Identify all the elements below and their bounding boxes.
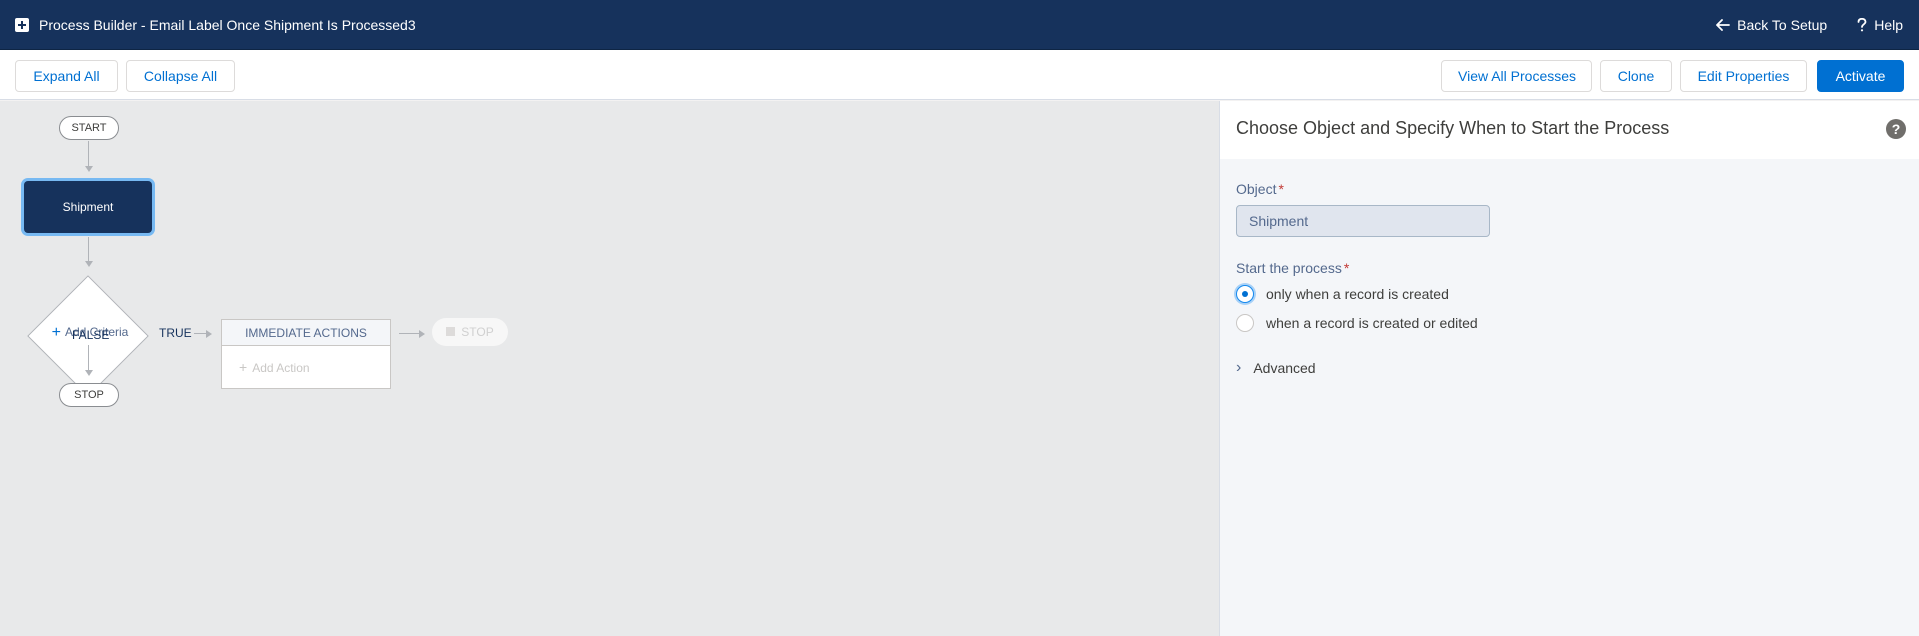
help-icon[interactable]: ? (1886, 119, 1906, 139)
radio-option-label: when a record is created or edited (1266, 315, 1478, 331)
clone-button[interactable]: Clone (1600, 60, 1672, 92)
stop-square-icon (446, 327, 456, 336)
object-node[interactable]: Shipment (24, 181, 152, 233)
stop-faded-label: STOP (461, 325, 494, 339)
radio-option-created[interactable]: only when a record is created (1236, 285, 1449, 303)
header-actions: Back To Setup Help (1716, 0, 1903, 50)
app-header: Process Builder - Email Label Once Shipm… (0, 0, 1919, 50)
panel-title: Choose Object and Specify When to Start … (1236, 118, 1670, 138)
radio-button-selected[interactable] (1236, 285, 1254, 303)
view-all-processes-button[interactable]: View All Processes (1441, 60, 1592, 92)
start-process-label: Start the process * (1236, 260, 1349, 276)
plus-icon: + (51, 324, 61, 341)
start-label-text: Start the process (1236, 260, 1342, 276)
radio-option-label: only when a record is created (1266, 286, 1449, 302)
process-builder-icon (15, 17, 29, 32)
activate-button[interactable]: Activate (1817, 60, 1904, 92)
expand-all-button[interactable]: Expand All (15, 60, 118, 92)
process-canvas: START Shipment + Add Criteria TRUE IMMEDI… (0, 101, 1219, 636)
add-action-link[interactable]: + Add Action (222, 346, 390, 389)
collapse-all-button[interactable]: Collapse All (126, 60, 235, 92)
immediate-actions-box: IMMEDIATE ACTIONS + Add Action (221, 319, 391, 389)
connector-arrow (85, 166, 93, 172)
connector-line (88, 141, 89, 166)
connector-line (399, 333, 420, 334)
connector-line (88, 237, 89, 262)
object-field-label: Object * (1236, 181, 1284, 197)
radio-option-created-or-edited[interactable]: when a record is created or edited (1236, 314, 1478, 332)
start-node: START (59, 116, 119, 140)
required-marker: * (1343, 260, 1350, 276)
back-to-setup-link[interactable]: Back To Setup (1716, 17, 1827, 33)
properties-panel: Choose Object and Specify When to Start … (1219, 101, 1919, 636)
plus-icon: + (239, 359, 248, 375)
object-label-text: Object (1236, 181, 1277, 197)
connector-arrow (419, 330, 425, 338)
advanced-section-toggle[interactable]: › Advanced (1236, 359, 1316, 377)
connector-line (88, 345, 89, 371)
add-action-label: Add Action (252, 361, 310, 375)
true-branch-label: TRUE (159, 326, 192, 340)
advanced-label: Advanced (1253, 360, 1316, 376)
page-title: Process Builder - Email Label Once Shipm… (39, 16, 416, 33)
arrow-left-icon (1716, 19, 1731, 31)
immediate-actions-header: IMMEDIATE ACTIONS (222, 320, 390, 346)
help-link[interactable]: Help (1857, 17, 1903, 33)
connector-arrow (206, 330, 212, 338)
panel-header: Choose Object and Specify When to Start … (1220, 101, 1919, 159)
radio-button[interactable] (1236, 314, 1254, 332)
toolbar: Expand All Collapse All View All Process… (0, 50, 1919, 100)
question-icon (1857, 18, 1867, 32)
back-to-setup-label: Back To Setup (1737, 17, 1828, 33)
help-label: Help (1874, 17, 1903, 33)
connector-arrow (85, 261, 93, 267)
edit-properties-button[interactable]: Edit Properties (1680, 60, 1807, 92)
stop-node: STOP (59, 383, 119, 407)
object-input[interactable] (1236, 205, 1490, 237)
false-branch-label: FALSE (72, 328, 110, 342)
chevron-right-icon: › (1236, 359, 1242, 376)
required-marker: * (1278, 181, 1284, 197)
stop-node-disabled: STOP (432, 318, 508, 346)
connector-arrow (85, 370, 93, 376)
